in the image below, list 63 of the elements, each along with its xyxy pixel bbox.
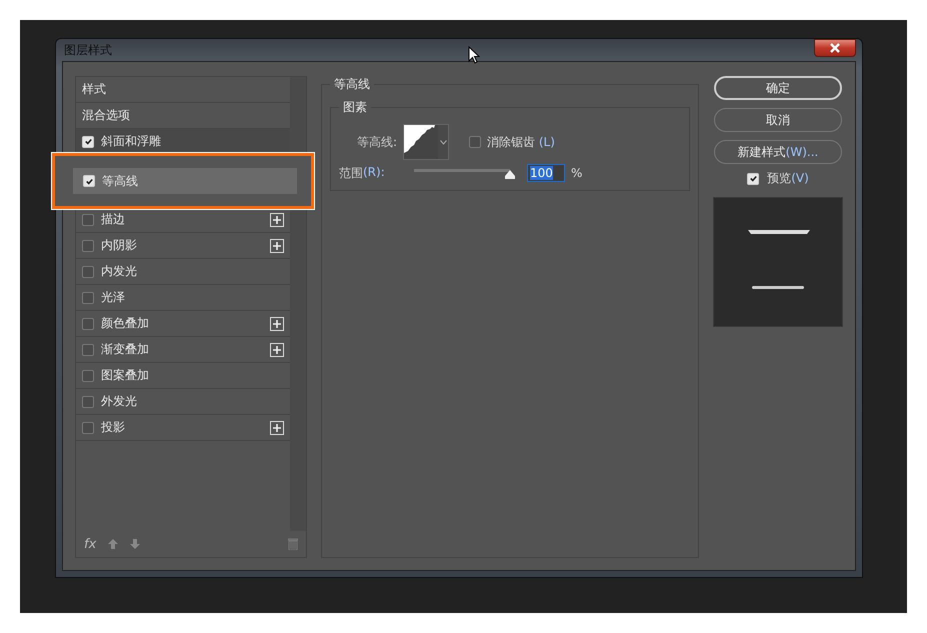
down-arrow-icon[interactable] [130,539,140,549]
list-item[interactable]: 等高线 [73,168,297,194]
list-item[interactable]: 颜色叠加 [76,311,290,337]
bevel-stroke-drawing [752,286,804,289]
item-label: 图案叠加 [101,367,150,384]
list-item[interactable]: 外发光 [76,389,290,415]
list-item[interactable]: 内发光 [76,259,290,285]
checkbox[interactable] [82,422,94,434]
field-label: 范围(R): [339,164,386,182]
list-item[interactable]: 内阴影 [76,233,290,259]
checkbox[interactable] [83,175,95,187]
item-label: 投影 [101,419,126,436]
checkbox[interactable] [747,172,760,184]
up-arrow-icon[interactable] [108,539,118,549]
contour-picker[interactable] [403,124,449,160]
mouse-pointer-icon [468,46,480,64]
dialog-button[interactable]: 确定 [714,76,842,100]
item-label: 光泽 [101,289,126,306]
dialog-button[interactable]: 取消 [714,108,842,132]
add-icon[interactable] [270,342,284,356]
fx-button[interactable]: fx [84,536,96,552]
item-label: 斜面和浮雕 [101,133,162,150]
checkbox[interactable] [82,240,94,252]
item-label: 颜色叠加 [101,315,150,332]
checkbox[interactable] [82,292,94,304]
item-label: 渐变叠加 [101,341,150,358]
checkbox[interactable] [82,344,94,356]
bevel-stroke-drawing [748,230,810,234]
close-button[interactable] [814,39,856,57]
checkbox[interactable] [469,136,481,148]
checkbox-label: 消除锯齿 (L) [487,134,555,150]
list-item[interactable]: 描边 [76,207,290,233]
group-title: 等高线 [333,76,371,93]
caret-icon [440,140,446,144]
slider-thumb[interactable] [505,170,515,179]
list-item[interactable]: 图案叠加 [76,363,290,389]
checkbox[interactable] [82,370,94,382]
checkbox-label: 预览(V) [767,170,809,187]
item-label: 内发光 [101,263,138,280]
list-item[interactable]: 投影 [76,415,290,441]
item-label: 等高线 [102,172,139,190]
checkbox[interactable] [82,214,94,226]
checkbox[interactable] [82,266,94,278]
dialog-button[interactable]: 新建样式(W)... [714,140,842,164]
field-label: 等高线: [356,134,397,150]
group-title: 图素 [342,99,368,116]
add-icon[interactable] [270,316,284,330]
range-input[interactable]: 100 [527,164,565,182]
list-item[interactable]: 渐变叠加 [76,337,290,363]
close-icon [829,43,841,53]
list-item[interactable]: 光泽 [76,285,290,311]
unit-label: % [571,166,582,180]
item-label: 描边 [101,211,126,228]
trash-icon[interactable] [288,538,298,550]
add-icon[interactable] [270,212,284,226]
checkbox[interactable] [82,318,94,330]
item-label: 外发光 [101,393,138,410]
item-label: 内阴影 [101,237,138,254]
checkbox[interactable] [82,396,94,408]
checkbox[interactable] [82,136,94,148]
add-icon[interactable] [270,420,284,434]
add-icon[interactable] [270,238,284,252]
window-title: 图层样式 [63,42,112,58]
